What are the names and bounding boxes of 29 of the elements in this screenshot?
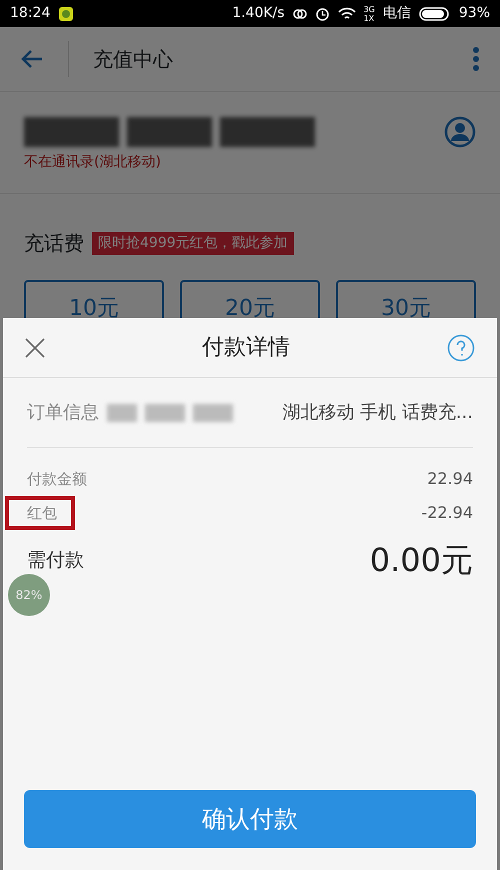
- status-time: 18:24: [10, 4, 50, 23]
- help-icon[interactable]: [447, 334, 475, 362]
- close-icon[interactable]: [25, 338, 45, 358]
- sync-icon: [292, 6, 307, 20]
- amount-value: -22.94: [421, 502, 473, 524]
- network-speed: 1.40K/s: [232, 4, 285, 23]
- order-value: 湖北移动 手机 话费充...: [282, 401, 473, 425]
- app-notification-icon: [58, 6, 74, 22]
- amount-label: 付款金额: [27, 468, 87, 490]
- network-subtype: 1X: [364, 14, 375, 22]
- total-amount: 0.00元: [370, 540, 473, 581]
- section-title: 充话费: [24, 230, 84, 257]
- amount-value: 22.94: [427, 468, 473, 490]
- carrier-name: 电信: [382, 4, 411, 23]
- contact-note: 不在通讯录(湖北移动): [0, 152, 500, 194]
- amount-label: 红包: [5, 496, 75, 530]
- battery-percent: 93%: [458, 4, 490, 23]
- order-label: 订单信息: [27, 401, 99, 425]
- contact-icon[interactable]: [444, 116, 476, 148]
- page-title: 充值中心: [93, 46, 173, 73]
- back-arrow-icon[interactable]: [20, 49, 44, 69]
- wifi-icon: [338, 6, 356, 20]
- more-icon[interactable]: [472, 46, 480, 72]
- network-type: 3G: [364, 4, 375, 14]
- battery-icon: [418, 6, 451, 20]
- promo-tag: 限时抢4999元红包，戳此参加: [92, 232, 294, 254]
- confirm-payment-button[interactable]: 确认付款: [24, 790, 476, 848]
- total-label: 需付款: [27, 548, 84, 573]
- alarm-icon: [314, 6, 330, 21]
